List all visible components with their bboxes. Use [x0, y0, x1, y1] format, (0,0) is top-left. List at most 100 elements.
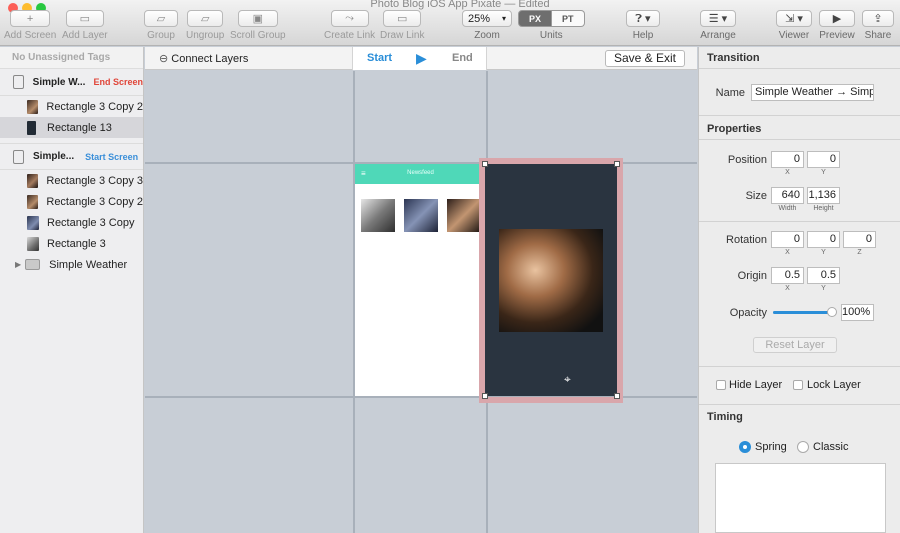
share-label: Share: [864, 30, 892, 41]
divider: [699, 68, 900, 69]
scroll-group-icon: ▣: [237, 10, 278, 27]
folder-icon: [25, 259, 41, 270]
units-pt-button[interactable]: PT: [552, 10, 585, 27]
canvas[interactable]: ≡ Newsfeed ⌖: [145, 71, 697, 533]
zoom-select[interactable]: 25% ▾ Zoom: [462, 10, 512, 41]
resize-handle[interactable]: [614, 161, 620, 167]
ungroup-label: Ungroup: [186, 30, 225, 41]
opacity-slider-track[interactable]: [773, 307, 837, 317]
group-name: Simple Weather: [49, 258, 128, 271]
layer-row-selected[interactable]: Rectangle 13: [0, 117, 143, 138]
resize-handle[interactable]: [482, 161, 488, 167]
divider: [699, 139, 900, 140]
height-input[interactable]: 1,136: [807, 187, 840, 204]
x-caption: X: [785, 169, 790, 176]
height-caption: Height: [813, 205, 834, 212]
divider: [699, 115, 900, 116]
layer-name: Rectangle 3 Copy 2: [46, 195, 143, 208]
origin-y-input[interactable]: 0.5: [807, 267, 840, 284]
inspector-panel: Transition Name Simple Weather → Simp Pr…: [698, 47, 900, 533]
end-tab[interactable]: End: [452, 52, 473, 64]
share-button[interactable]: ⇪ Share: [862, 10, 894, 41]
phone-header-bar: ≡ Newsfeed: [355, 164, 486, 184]
layer-name: Rectangle 3 Copy: [47, 216, 135, 229]
units-label: Units: [539, 30, 563, 41]
connect-layers-button[interactable]: ⊖ Connect Layers: [159, 52, 248, 65]
position-label: Position: [727, 154, 767, 166]
disclosure-triangle-icon[interactable]: ▶: [15, 260, 21, 269]
photo-thumbnail: [361, 199, 395, 232]
viewer-button[interactable]: ⇲ ▾ Viewer: [776, 10, 812, 41]
spring-label: Spring: [755, 441, 787, 453]
create-link-button[interactable]: ⤳ Create Link: [324, 10, 375, 41]
origin-label: Origin: [737, 270, 767, 282]
name-label: Name: [715, 87, 745, 99]
share-icon: ⇪: [862, 10, 894, 27]
layer-row[interactable]: Rectangle 3: [0, 233, 143, 254]
layer-row[interactable]: Rectangle 3 Copy: [0, 212, 143, 233]
spring-radio[interactable]: [739, 441, 751, 453]
plus-icon: +: [10, 10, 51, 27]
scroll-group-button[interactable]: ▣ Scroll Group: [230, 10, 286, 41]
hide-layer-checkbox[interactable]: [716, 380, 726, 390]
rotation-y-input[interactable]: 0: [807, 231, 840, 248]
photo-image: [499, 229, 603, 332]
image-thumbnail-icon: [27, 194, 39, 209]
screen-row-start[interactable]: Simple... Start Screen: [0, 143, 143, 170]
arrange-button[interactable]: ☰ ▾ Arrange: [700, 10, 736, 41]
preview-button[interactable]: ▶ Preview: [819, 10, 855, 41]
help-button[interactable]: ❓︎ ▾ Help: [626, 10, 660, 41]
hide-layer-label: Hide Layer: [729, 379, 783, 391]
add-screen-button[interactable]: + Add Screen: [4, 10, 56, 41]
width-input[interactable]: 640: [771, 187, 804, 204]
layer-name: Rectangle 3: [47, 237, 106, 250]
start-tab[interactable]: Start: [367, 52, 392, 64]
layer-row[interactable]: Rectangle 3 Copy 2: [0, 191, 143, 212]
layer-name: Rectangle 3 Copy 2: [46, 100, 143, 113]
link-icon: ⊖: [159, 53, 169, 65]
add-screen-label: Add Screen: [4, 30, 57, 41]
rotation-x-input[interactable]: 0: [771, 231, 804, 248]
save-exit-button[interactable]: Save & Exit: [605, 50, 685, 67]
play-transition-icon[interactable]: ▶: [416, 50, 427, 67]
screen-name: Simple W...: [32, 76, 86, 88]
resize-handle[interactable]: [614, 393, 620, 399]
y-caption: Y: [821, 285, 826, 292]
add-layer-button[interactable]: ▭ Add Layer: [62, 10, 108, 41]
properties-header: Properties: [707, 123, 762, 135]
x-caption: X: [785, 249, 790, 256]
screen-row-end[interactable]: Simple W... End Screen: [0, 69, 143, 96]
divider: [699, 221, 900, 222]
create-link-label: Create Link: [324, 30, 376, 41]
lock-layer-checkbox[interactable]: [793, 380, 803, 390]
start-screen-artboard[interactable]: ≡ Newsfeed: [355, 164, 486, 396]
group-button[interactable]: ▱ Group: [144, 10, 178, 41]
reset-layer-button[interactable]: Reset Layer: [753, 337, 837, 353]
group-row[interactable]: ▶ Simple Weather: [0, 254, 143, 275]
units-px-button[interactable]: PX: [518, 10, 553, 27]
connect-layers-label: Connect Layers: [171, 53, 249, 65]
resize-handle[interactable]: [482, 393, 488, 399]
transition-name-input[interactable]: Simple Weather → Simp: [751, 84, 874, 101]
layer-row[interactable]: Rectangle 3 Copy 3: [0, 170, 143, 191]
phone-screen-icon: [13, 149, 24, 164]
y-caption: Y: [821, 249, 826, 256]
size-label: Size: [745, 190, 767, 202]
position-x-input[interactable]: 0: [771, 151, 804, 168]
end-screen-artboard[interactable]: ⌖: [485, 164, 617, 396]
tags-header: No Unassigned Tags: [0, 47, 143, 69]
position-y-input[interactable]: 0: [807, 151, 840, 168]
play-icon: ▶: [819, 10, 855, 27]
origin-x-input[interactable]: 0.5: [771, 267, 804, 284]
draw-link-button[interactable]: ▭ Draw Link: [380, 10, 424, 41]
classic-radio[interactable]: [797, 441, 809, 453]
opacity-input[interactable]: 100%: [841, 304, 874, 321]
y-caption: Y: [821, 169, 826, 176]
viewer-label: Viewer: [778, 30, 810, 41]
layer-name: Rectangle 3 Copy 3: [46, 174, 143, 187]
layer-row[interactable]: Rectangle 3 Copy 2: [0, 96, 143, 117]
ungroup-button[interactable]: ▱ Ungroup: [186, 10, 224, 41]
opacity-slider-knob[interactable]: [827, 307, 837, 317]
screen-name: Simple...: [33, 151, 75, 162]
rotation-z-input[interactable]: 0: [843, 231, 876, 248]
